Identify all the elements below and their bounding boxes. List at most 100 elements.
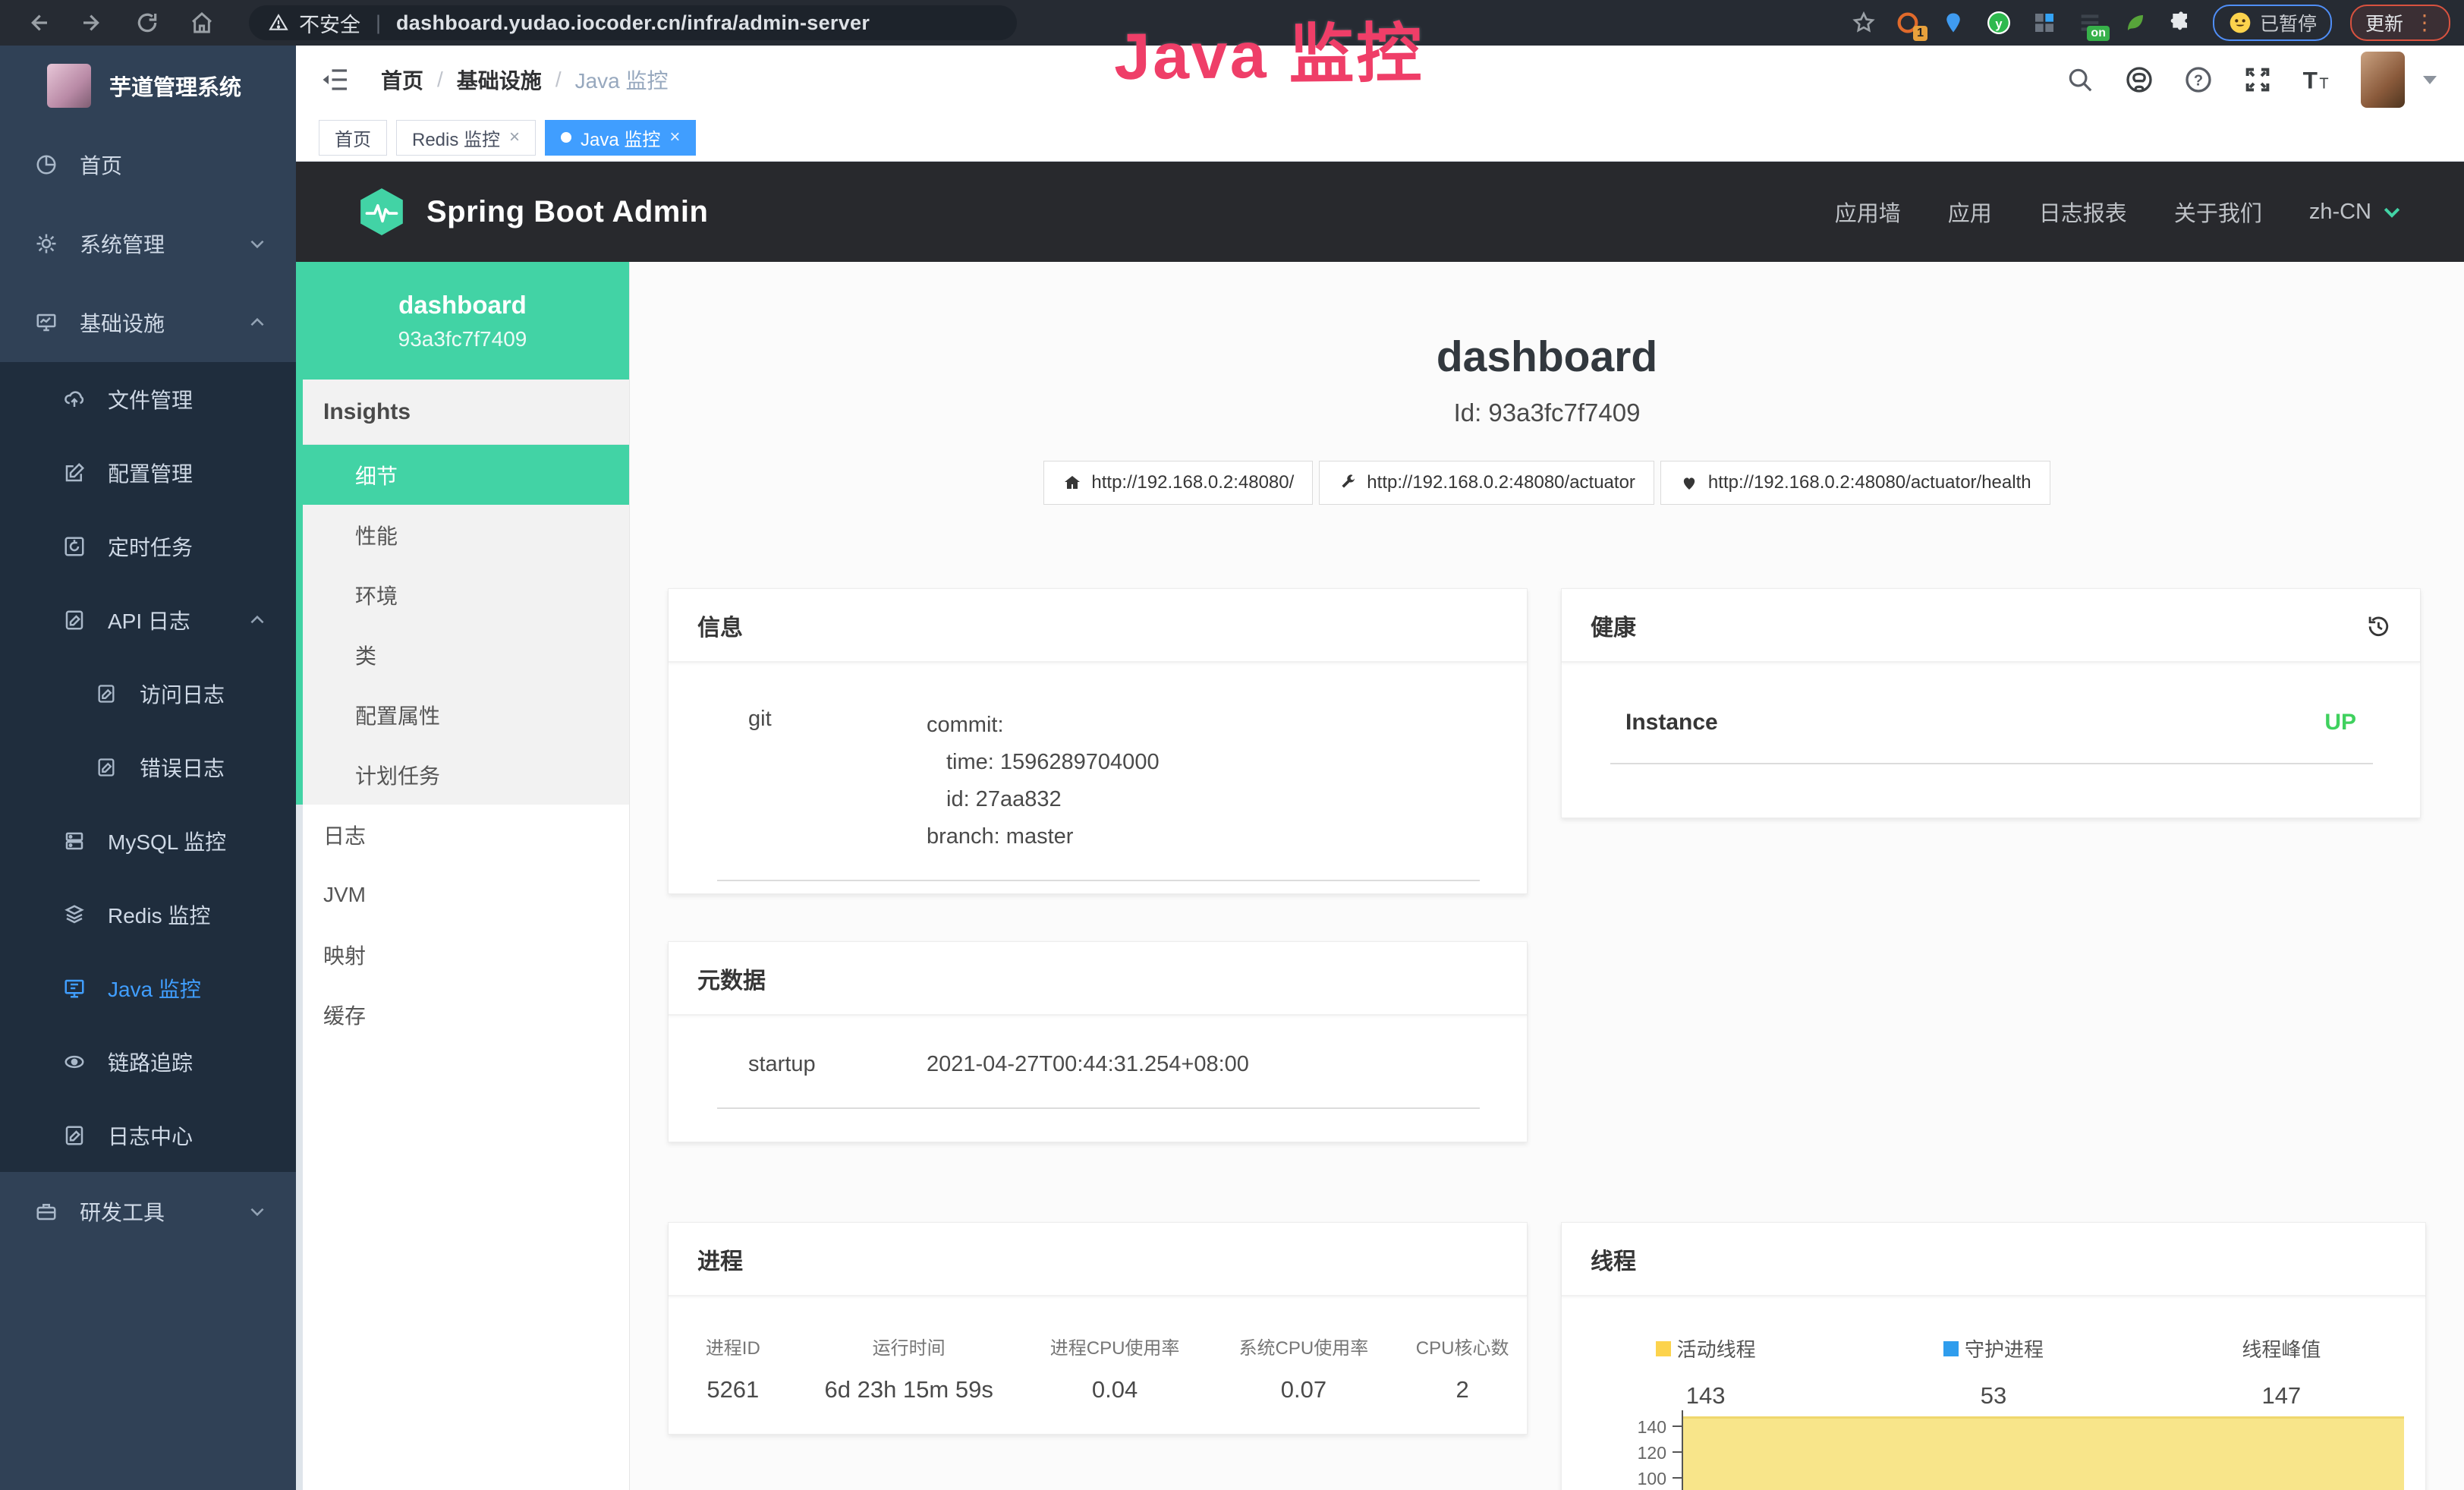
screen: 不安全 | dashboard.yudao.iocoder.cn/infra/a… xyxy=(0,0,2464,1490)
active-dot xyxy=(561,132,571,143)
sidebar-item-tracing[interactable]: 链路追踪 xyxy=(0,1025,296,1098)
daemon-threads-value: 53 xyxy=(1849,1382,2137,1410)
column-header: 运行时间 xyxy=(798,1333,1021,1359)
service-url-button[interactable]: http://192.168.0.2:48080/ xyxy=(1043,461,1313,505)
sidebar-item-file-management[interactable]: 文件管理 xyxy=(0,362,296,436)
breadcrumb-infrastructure[interactable]: 基础设施 xyxy=(457,65,542,95)
page-url: dashboard.yudao.iocoder.cn/infra/admin-s… xyxy=(396,11,870,35)
menu-item-scheduled-tasks[interactable]: 计划任务 xyxy=(296,745,629,805)
breadcrumb-home[interactable]: 首页 xyxy=(381,65,423,95)
sidebar-item-config-management[interactable]: 配置管理 xyxy=(0,436,296,509)
extension-green-circle-icon[interactable]: y xyxy=(1985,9,2012,36)
sidebar-item-dev-tools[interactable]: 研发工具 xyxy=(0,1172,296,1251)
menu-item-environment[interactable]: 环境 xyxy=(296,565,629,625)
sidebar-item-log-center[interactable]: 日志中心 xyxy=(0,1098,296,1172)
reload-icon[interactable] xyxy=(135,11,159,35)
tick-mark xyxy=(1673,1477,1682,1479)
address-bar[interactable]: 不安全 | dashboard.yudao.iocoder.cn/infra/a… xyxy=(249,5,1017,40)
dashboard-icon xyxy=(34,153,58,177)
user-menu-caret-icon[interactable] xyxy=(2423,76,2437,84)
menu-item-config-props[interactable]: 配置属性 xyxy=(296,685,629,745)
cell-pid: 5261 xyxy=(669,1376,798,1403)
sba-brand[interactable]: Spring Boot Admin xyxy=(357,187,708,237)
search-icon[interactable] xyxy=(2065,65,2095,95)
live-threads-value: 143 xyxy=(1562,1382,1849,1410)
extension-orange-icon[interactable]: 1 xyxy=(1894,9,1921,36)
menu-kebab-icon[interactable]: ⋮ xyxy=(2414,12,2435,33)
sidebar-item-infrastructure[interactable]: 基础设施 xyxy=(0,283,296,362)
close-icon[interactable]: × xyxy=(509,127,520,148)
user-avatar[interactable] xyxy=(2361,52,2405,108)
health-url-button[interactable]: http://192.168.0.2:48080/actuator/health xyxy=(1660,461,2050,505)
health-card-title: 健康 xyxy=(1591,609,1636,642)
extension-pin-icon[interactable] xyxy=(1940,9,1967,36)
menu-item-metrics[interactable]: 性能 xyxy=(296,505,629,565)
extensions-puzzle-icon[interactable] xyxy=(2167,9,2195,36)
sidebar-item-access-logs[interactable]: 访问日志 xyxy=(0,657,296,730)
locale-selector[interactable]: zh-CN xyxy=(2309,200,2403,225)
threads-legend: 活动线程 143 守护进程 53 线程峰值 147 xyxy=(1562,1296,2425,1410)
sidebar-item-api-logs[interactable]: API 日志 xyxy=(0,583,296,657)
sidebar-submenu-infrastructure: 文件管理 配置管理 定时任务 API 日志 xyxy=(0,362,296,1172)
tab-redis-monitor[interactable]: Redis 监控 × xyxy=(396,120,536,156)
sba-nav-applications[interactable]: 应用 xyxy=(1948,196,1992,228)
extension-leaf-icon[interactable] xyxy=(2122,9,2149,36)
sba-navbar: Spring Boot Admin 应用墙 应用 日志报表 关于我们 zh-CN xyxy=(296,162,2464,262)
edit-icon xyxy=(62,461,87,485)
blue-swatch xyxy=(1943,1341,1959,1356)
app-brand[interactable]: 芋道管理系统 xyxy=(0,46,296,125)
sba-nav-wallboard[interactable]: 应用墙 xyxy=(1835,196,1901,228)
svg-text:T: T xyxy=(2319,76,2328,93)
forward-icon[interactable] xyxy=(80,11,105,35)
log-icon xyxy=(94,755,118,780)
sidebar-item-java-monitor[interactable]: Java 监控 xyxy=(0,951,296,1025)
help-icon[interactable]: ? xyxy=(2183,65,2214,95)
timer-icon xyxy=(62,534,87,559)
sidebar-fold-icon[interactable] xyxy=(320,66,351,93)
chevron-down-icon xyxy=(2381,200,2403,223)
menu-item-caches[interactable]: 缓存 xyxy=(296,984,629,1044)
close-icon[interactable]: × xyxy=(669,127,680,148)
sba-nav-journal[interactable]: 日志报表 xyxy=(2039,196,2127,228)
sidebar-item-mysql-monitor[interactable]: MySQL 监控 xyxy=(0,804,296,877)
cloud-upload-icon xyxy=(62,387,87,411)
sidebar-item-home[interactable]: 首页 xyxy=(0,125,296,204)
font-size-icon[interactable]: TT xyxy=(2302,65,2332,95)
cell-uptime: 6d 23h 15m 59s xyxy=(798,1376,1021,1403)
actuator-url-button[interactable]: http://192.168.0.2:48080/actuator xyxy=(1319,461,1654,505)
sidebar-item-system[interactable]: 系统管理 xyxy=(0,204,296,283)
insights-group: Insights 细节 性能 环境 类 配置属性 计划任务 xyxy=(296,380,629,805)
cell-system-cpu: 0.07 xyxy=(1210,1376,1399,1403)
history-icon[interactable] xyxy=(2364,612,2391,639)
sidebar-scroll-track[interactable] xyxy=(296,805,303,1490)
instance-header[interactable]: dashboard 93a3fc7f7409 xyxy=(296,262,629,380)
tab-java-monitor[interactable]: Java 监控 × xyxy=(545,120,696,156)
menu-item-details[interactable]: 细节 xyxy=(296,445,629,505)
bookmark-star-icon[interactable] xyxy=(1852,11,1876,35)
fullscreen-icon[interactable] xyxy=(2242,65,2273,95)
update-button[interactable]: 更新 ⋮ xyxy=(2350,5,2450,41)
extension-list-icon[interactable]: on xyxy=(2076,9,2104,36)
sidebar-item-error-logs[interactable]: 错误日志 xyxy=(0,730,296,804)
extension-grid-icon[interactable] xyxy=(2031,9,2058,36)
menu-item-logs[interactable]: 日志 xyxy=(296,805,629,865)
sba-hexagon-logo xyxy=(357,187,407,237)
tab-home[interactable]: 首页 xyxy=(319,120,387,156)
y-tick: 100 xyxy=(1584,1469,1666,1489)
back-icon[interactable] xyxy=(26,11,50,35)
metadata-card-title: 元数据 xyxy=(697,962,766,995)
sidebar-item-redis-monitor[interactable]: Redis 监控 xyxy=(0,877,296,951)
menu-item-jvm[interactable]: JVM xyxy=(296,865,629,925)
profile-paused-pill[interactable]: 已暂停 xyxy=(2213,5,2332,41)
home-icon[interactable] xyxy=(190,11,214,35)
instance-id-line: Id: 93a3fc7f7409 xyxy=(630,398,2464,427)
github-icon[interactable] xyxy=(2124,65,2154,95)
info-key: git xyxy=(748,707,927,855)
svg-text:?: ? xyxy=(2194,73,2203,90)
sidebar-item-scheduled-jobs[interactable]: 定时任务 xyxy=(0,509,296,583)
log-icon xyxy=(62,608,87,632)
menu-item-classes[interactable]: 类 xyxy=(296,625,629,685)
health-instance-row: Instance UP xyxy=(1562,663,2420,736)
sba-nav-about[interactable]: 关于我们 xyxy=(2174,196,2262,228)
menu-item-mappings[interactable]: 映射 xyxy=(296,925,629,984)
